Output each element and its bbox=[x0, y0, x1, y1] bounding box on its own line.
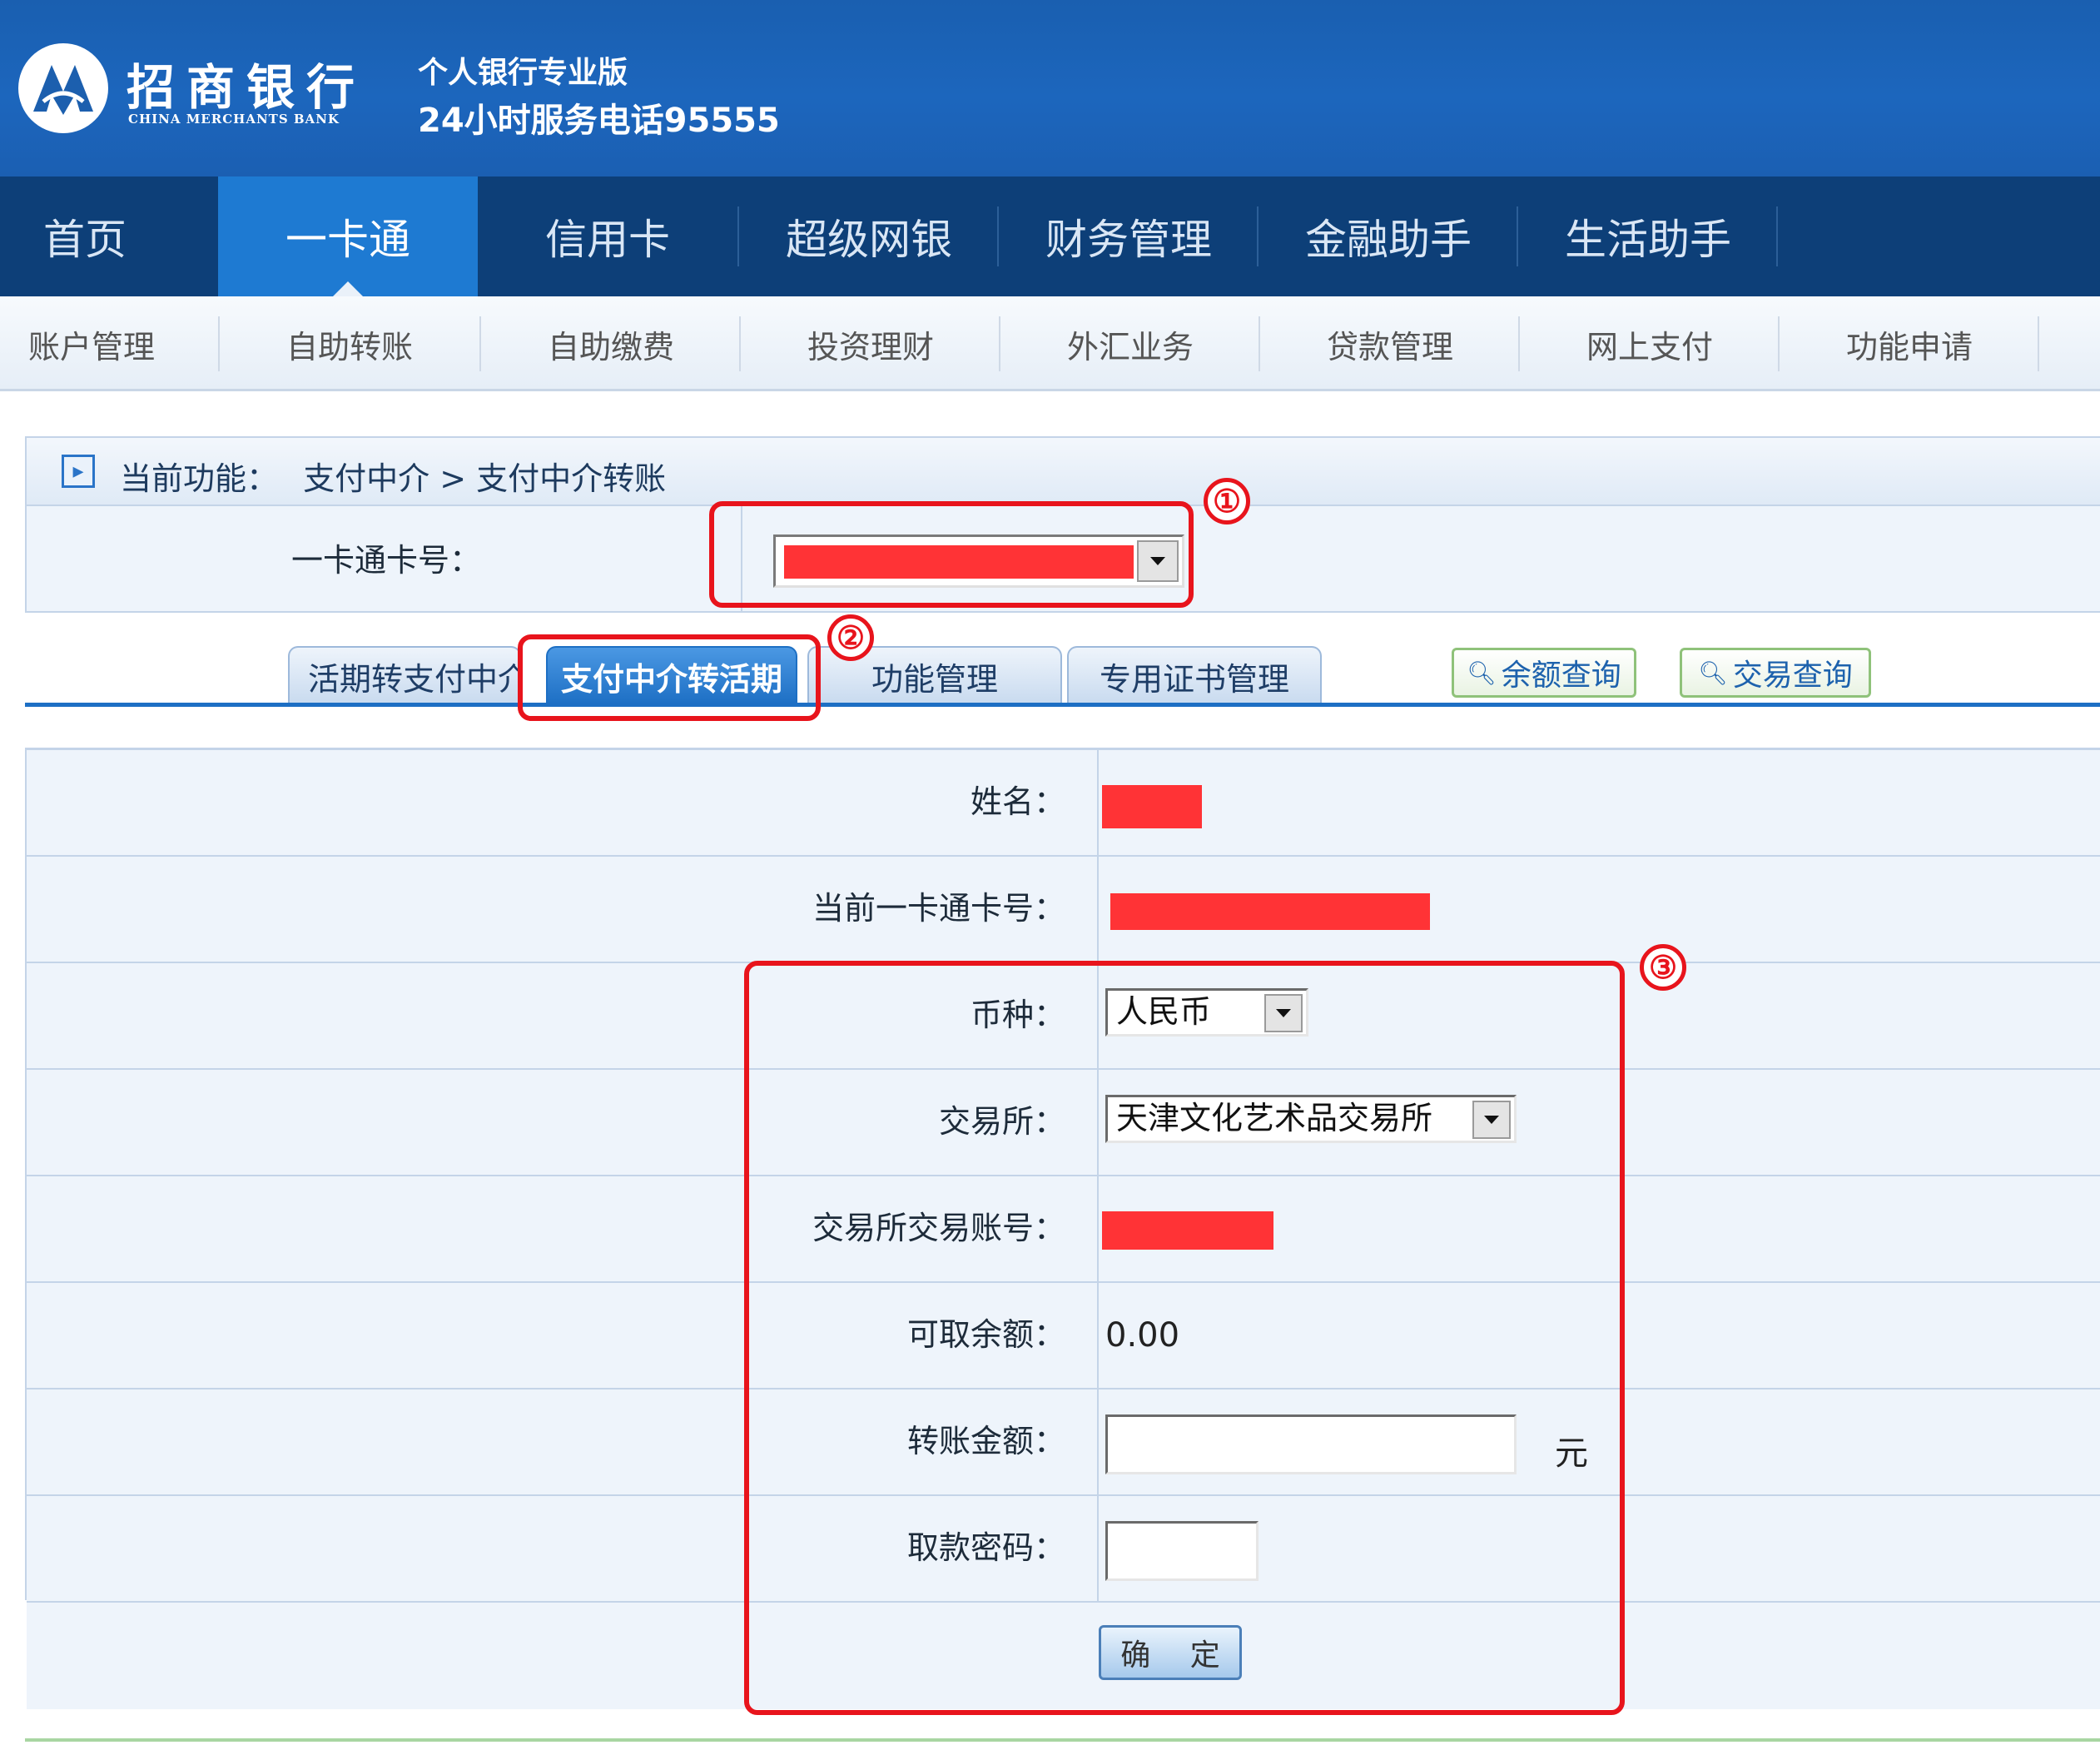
annotation-box-2 bbox=[518, 634, 821, 721]
bank-name-en: CHINA MERCHANTS BANK bbox=[128, 112, 340, 127]
subnav-online-payment[interactable]: 网上支付 bbox=[1520, 296, 1780, 391]
footer-divider bbox=[25, 1738, 2100, 1742]
search-icon: 🔍︎ bbox=[1698, 659, 1728, 687]
search-icon: 🔍︎ bbox=[1467, 659, 1497, 687]
transaction-query-button[interactable]: 🔍︎ 交易查询 bbox=[1680, 648, 1871, 698]
annotation-box-1 bbox=[709, 501, 1194, 608]
balance-query-label: 余额查询 bbox=[1501, 659, 1621, 693]
bank-name: 招商银行 bbox=[127, 59, 367, 116]
redacted-card-number bbox=[1110, 893, 1430, 930]
subnav-forex[interactable]: 外汇业务 bbox=[1000, 296, 1260, 391]
annotation-box-3 bbox=[744, 961, 1625, 1715]
main-nav: 首页 一卡通 信用卡 超级网银 财务管理 金融助手 生活助手 bbox=[0, 176, 2100, 296]
row-divider bbox=[1097, 857, 1099, 962]
current-card-label: 当前一卡通卡号： bbox=[812, 890, 1065, 927]
arrow-right-icon: ▸ bbox=[62, 455, 95, 488]
subnav-function-apply[interactable]: 功能申请 bbox=[1780, 296, 2039, 391]
card-number-label: 一卡通卡号： bbox=[291, 542, 482, 579]
annotation-marker-3: ③ bbox=[1640, 944, 1686, 991]
transaction-query-label: 交易查询 bbox=[1732, 659, 1853, 693]
subnav-self-transfer[interactable]: 自助转账 bbox=[220, 296, 479, 391]
bank-header: 招商银行 CHINA MERCHANTS BANK 个人银行专业版 24小时服务… bbox=[0, 0, 2100, 176]
redacted-name bbox=[1102, 785, 1202, 828]
current-card-row: 当前一卡通卡号： bbox=[27, 857, 2100, 963]
breadcrumb-path: 支付中介 > 支付中介转账 bbox=[303, 460, 667, 497]
edition-label: 个人银行专业版 bbox=[418, 56, 628, 90]
cmb-logo-icon bbox=[18, 43, 108, 133]
subnav-self-payment[interactable]: 自助缴费 bbox=[481, 296, 741, 391]
breadcrumb-prefix: 当前功能： bbox=[120, 460, 279, 497]
nav-life-assistant[interactable]: 生活助手 bbox=[1518, 176, 1778, 296]
nav-super-ebank[interactable]: 超级网银 bbox=[739, 176, 999, 296]
nav-home[interactable]: 首页 bbox=[0, 176, 218, 296]
subnav-investment[interactable]: 投资理财 bbox=[741, 296, 1000, 391]
row-divider bbox=[1097, 750, 1099, 855]
tab-certificate-management[interactable]: 专用证书管理 bbox=[1067, 646, 1322, 704]
subnav-loan[interactable]: 贷款管理 bbox=[1260, 296, 1520, 391]
balance-query-button[interactable]: 🔍︎ 余额查询 bbox=[1452, 648, 1636, 698]
active-indicator bbox=[333, 281, 363, 296]
annotation-marker-2: ② bbox=[827, 614, 874, 661]
nav-finance-management[interactable]: 财务管理 bbox=[999, 176, 1259, 296]
hotline-label: 24小时服务电话95555 bbox=[418, 102, 780, 140]
nav-divider bbox=[1776, 206, 1778, 266]
nav-credit-card[interactable]: 信用卡 bbox=[478, 176, 737, 296]
subnav-divider bbox=[2038, 316, 2039, 371]
name-row: 姓名： bbox=[27, 750, 2100, 857]
nav-yikatong[interactable]: 一卡通 bbox=[218, 176, 478, 296]
breadcrumb: ▸ 当前功能： 支付中介 > 支付中介转账 bbox=[25, 436, 2100, 506]
sub-nav: 账户管理 自助转账 自助缴费 投资理财 外汇业务 贷款管理 网上支付 功能申请 bbox=[0, 296, 2100, 391]
nav-yikatong-label: 一卡通 bbox=[285, 216, 410, 264]
nav-finance-assistant[interactable]: 金融助手 bbox=[1259, 176, 1518, 296]
breadcrumb-text: 当前功能： 支付中介 > 支付中介转账 bbox=[120, 453, 666, 499]
annotation-marker-1: ① bbox=[1204, 478, 1250, 524]
subnav-account-management[interactable]: 账户管理 bbox=[0, 296, 183, 391]
tab-current-to-intermediary[interactable]: 活期转支付中介 bbox=[288, 646, 521, 704]
tab-underline bbox=[25, 703, 2100, 707]
name-label: 姓名： bbox=[970, 783, 1065, 820]
